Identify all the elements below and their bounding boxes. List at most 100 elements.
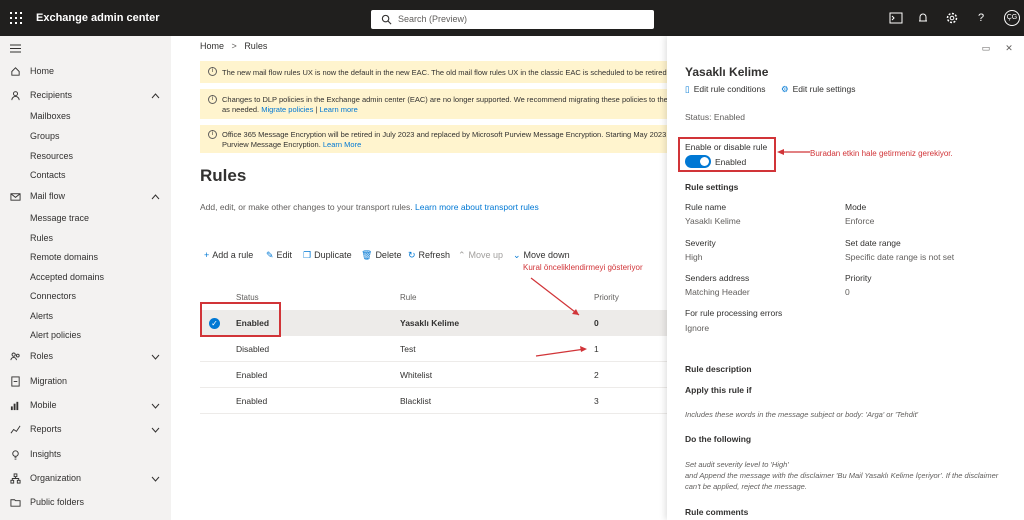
sidebar-item-insights[interactable]: Insights — [0, 444, 171, 464]
sidebar-item-reports[interactable]: Reports — [0, 419, 171, 439]
sidebar-item-organization[interactable]: Organization — [0, 468, 171, 488]
sidebar-item-migration[interactable]: Migration — [0, 371, 171, 391]
sidebar-item-remote-domains[interactable]: Remote domains — [0, 247, 171, 267]
settings-gear-icon[interactable] — [945, 11, 959, 25]
move-down-label: Move down — [523, 250, 570, 260]
banner-text: The new mail flow rules UX is now the de… — [222, 68, 667, 77]
edit-conditions-label: Edit rule conditions — [693, 84, 766, 94]
table-row[interactable]: Enabled Whitelist 2 — [200, 362, 667, 388]
banner-text: Purview Message Encryption. — [222, 140, 321, 149]
sidebar-item-mobile[interactable]: Mobile — [0, 395, 171, 415]
hamburger-menu-icon[interactable] — [10, 44, 21, 53]
trash-icon: 🗑 — [361, 250, 373, 260]
breadcrumb-home[interactable]: Home — [200, 41, 224, 51]
edit-rule-conditions-button[interactable]: ▯ Edit rule conditions — [685, 84, 766, 95]
user-avatar[interactable]: ÇG — [1004, 10, 1020, 26]
person-icon — [11, 91, 20, 101]
sidebar-item-connectors[interactable]: Connectors — [0, 286, 171, 306]
sidebar-item-label: Mail flow — [30, 191, 66, 201]
sidebar-item-mail-flow[interactable]: Mail flow — [0, 186, 171, 206]
sidebar-item-label: Insights — [30, 449, 62, 459]
chevron-up-icon[interactable] — [151, 192, 160, 201]
breadcrumb-current: Rules — [244, 41, 268, 51]
app-title[interactable]: Exchange admin center — [36, 12, 160, 24]
annotation-toggle-note: Buradan etkin hale getirmeniz gerekiyor. — [810, 149, 953, 158]
sidebar-item-label: Organization — [30, 473, 82, 483]
sidebar-item-label: Connectors — [30, 291, 77, 301]
sidebar-item-label: Home — [30, 66, 55, 76]
sidebar-item-home[interactable]: Home — [0, 61, 171, 81]
learn-more-link[interactable]: Learn More — [323, 140, 361, 149]
migrate-policies-link[interactable]: Migrate policies — [261, 105, 313, 114]
delete-button[interactable]: 🗑 Delete — [361, 250, 401, 261]
banner-text: Office 365 Message Encryption will be re… — [222, 130, 667, 139]
rule-cell: Yasaklı Kelime — [400, 318, 460, 328]
sidebar-item-roles[interactable]: Roles — [0, 346, 171, 366]
edit-settings-label: Edit rule settings — [792, 84, 856, 94]
sidebar-item-alerts[interactable]: Alerts — [0, 306, 171, 326]
edit-button[interactable]: ✎ Edit — [266, 250, 292, 261]
page-description: Add, edit, or make other changes to your… — [200, 202, 539, 212]
sidebar-item-groups[interactable]: Groups — [0, 126, 171, 146]
move-up-button[interactable]: ⌃ Move up — [458, 250, 503, 261]
refresh-icon: ↻ — [408, 250, 416, 260]
duplicate-label: Duplicate — [314, 250, 352, 260]
app-launcher-icon[interactable] — [10, 12, 22, 24]
edit-rule-settings-button[interactable]: ⚙ Edit rule settings — [781, 84, 855, 95]
sidebar-item-public-folders[interactable]: Public folders — [0, 492, 171, 512]
sidebar-item-label: Reports — [30, 424, 62, 434]
pencil-icon: ✎ — [266, 250, 274, 260]
chevron-down-icon[interactable] — [151, 425, 160, 434]
notification-bell-icon[interactable] — [916, 11, 930, 25]
chevron-down-icon[interactable] — [151, 352, 160, 361]
status-cell: Disabled — [236, 344, 270, 354]
sidebar-item-label: Resources — [30, 151, 74, 161]
annotation-highlight-box — [678, 137, 776, 172]
do-following-text-2: and Append the message with the disclaim… — [685, 471, 999, 491]
apply-rule-text: Includes these words in the message subj… — [685, 410, 919, 419]
chevron-down-icon[interactable] — [151, 474, 160, 483]
rule-settings-heading: Rule settings — [685, 182, 739, 192]
sidebar-item-contacts[interactable]: Contacts — [0, 165, 171, 185]
duplicate-button[interactable]: ❐ Duplicate — [303, 250, 352, 261]
rule-cell: Whitelist — [400, 370, 433, 380]
rule-name-value: Yasaklı Kelime — [685, 216, 741, 226]
description-text: Add, edit, or make other changes to your… — [200, 202, 413, 212]
sidebar-item-label: Rules — [30, 233, 54, 243]
add-rule-button[interactable]: + Add a rule — [204, 250, 253, 260]
sidebar-item-label: Mobile — [30, 400, 57, 410]
column-header-rule[interactable]: Rule — [400, 293, 416, 302]
banner-text: as needed. — [222, 105, 260, 114]
refresh-button[interactable]: ↻ Refresh — [408, 250, 450, 261]
breadcrumb-separator: > — [231, 41, 237, 51]
move-down-button[interactable]: ⌄ Move down — [513, 250, 570, 261]
table-row[interactable]: Enabled Blacklist 3 — [200, 388, 667, 414]
sidebar-item-rules[interactable]: Rules — [0, 228, 171, 248]
learn-more-link[interactable]: Learn more — [319, 105, 357, 114]
column-header-status[interactable]: Status — [236, 293, 259, 302]
sidebar-item-label: Remote domains — [30, 252, 99, 262]
document-icon: ▯ — [685, 84, 690, 94]
cloud-shell-icon[interactable] — [889, 11, 903, 25]
panel-title: Yasaklı Kelime — [685, 65, 769, 79]
migration-icon — [11, 376, 20, 387]
chevron-down-icon[interactable] — [151, 401, 160, 410]
learn-more-transport-rules-link[interactable]: Learn more about transport rules — [415, 202, 539, 212]
do-following-heading: Do the following — [685, 434, 752, 444]
expand-icon[interactable]: ▭ — [981, 43, 991, 53]
help-icon[interactable]: ? — [974, 11, 988, 25]
separator: | — [315, 105, 318, 114]
search-box[interactable]: Search (Preview) — [371, 10, 654, 29]
left-navigation: Home Recipients Mailboxes Groups Resources Co… — [0, 36, 171, 520]
sidebar-item-mailboxes[interactable]: Mailboxes — [0, 106, 171, 126]
search-placeholder[interactable]: Search (Preview) — [398, 14, 467, 24]
sidebar-item-label: Alert policies — [30, 330, 82, 340]
sidebar-item-accepted-domains[interactable]: Accepted domains — [0, 267, 171, 287]
sidebar-item-message-trace[interactable]: Message trace — [0, 208, 171, 228]
sidebar-item-alert-policies[interactable]: Alert policies — [0, 325, 171, 345]
sidebar-item-resources[interactable]: Resources — [0, 146, 171, 166]
sidebar-item-label: Public folders — [30, 497, 85, 507]
chevron-up-icon[interactable] — [151, 91, 160, 100]
sidebar-item-recipients[interactable]: Recipients — [0, 85, 171, 105]
close-icon[interactable]: ✕ — [1004, 43, 1014, 53]
